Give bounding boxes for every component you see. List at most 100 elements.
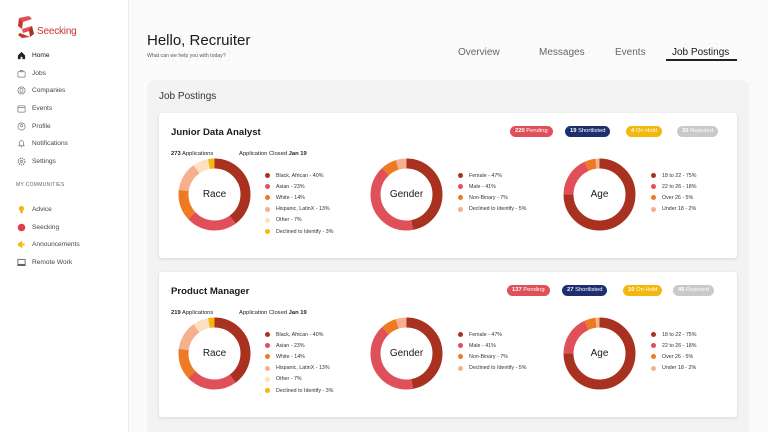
legend-label: Asian - 23% — [276, 183, 305, 190]
legend-label: 22 to 26 - 18% — [662, 183, 697, 190]
pending-badge[interactable]: 220 Pending — [510, 126, 553, 137]
community-item-advice[interactable]: Advice — [16, 201, 80, 219]
legend-label: Declined to Identify - 5% — [469, 206, 527, 213]
legend-item: White - 14% — [265, 351, 333, 362]
on-hold-badge[interactable]: 4 On Hold — [626, 126, 663, 137]
legend-label: Black, African - 40% — [276, 172, 324, 179]
legend-dot — [651, 365, 656, 371]
sidebar-item-label: Jobs — [32, 69, 46, 77]
user-icon — [16, 121, 26, 131]
sidebar-item-jobs[interactable]: Jobs — [16, 65, 68, 83]
age-chart-label: Age — [590, 348, 609, 359]
legend-item: Under 18 - 2% — [651, 204, 696, 215]
badge-label: Pending — [526, 128, 548, 134]
badge-label: Shortlisted — [575, 287, 603, 293]
tab-overview[interactable]: Overview — [458, 47, 500, 58]
legend-label: Hispanic, LatinX - 13% — [276, 206, 330, 213]
legend-label: Non-Binary - 7% — [469, 353, 508, 360]
race-legend: Black, African - 40% Asian - 23% White -… — [265, 329, 333, 396]
tab-bar: Overview Messages Events Job Postings — [0, 47, 768, 63]
legend-label: Asian - 23% — [276, 342, 305, 349]
legend-dot — [265, 388, 270, 394]
legend-dot — [458, 184, 463, 190]
logo-text: Seecking — [37, 26, 77, 37]
legend-dot — [265, 376, 270, 382]
legend-item: Black, African - 40% — [265, 329, 333, 340]
badge-count: 45 — [678, 287, 685, 293]
rejected-badge[interactable]: 45 Rejected — [673, 285, 714, 296]
seecking-logo-icon — [16, 16, 36, 38]
legend-item: Under 18 - 2% — [651, 363, 696, 374]
race-chart-label: Race — [202, 348, 227, 359]
sidebar-item-label: Companies — [32, 87, 66, 95]
legend-label: White - 14% — [276, 194, 305, 201]
legend-label: 18 to 22 - 75% — [662, 172, 697, 179]
badge-count: 137 — [512, 287, 522, 293]
legend-dot — [458, 195, 463, 201]
community-item-label: Advice — [32, 206, 52, 214]
legend-item: Male - 41% — [458, 181, 526, 192]
pending-badge[interactable]: 137 Pending — [507, 285, 550, 296]
sidebar-item-notifications[interactable]: Notifications — [16, 135, 68, 153]
shortlisted-badge[interactable]: 27 Shortlisted — [562, 285, 608, 296]
megaphone-icon — [16, 240, 26, 250]
legend-label: White - 14% — [276, 353, 305, 360]
legend-label: 18 to 22 - 75% — [662, 331, 697, 338]
badge-label: Rejected — [690, 128, 713, 134]
badge-label: On Hold — [635, 128, 658, 134]
job-card[interactable]: Junior Data Analyst 220 Pending 19 Short… — [159, 113, 737, 258]
bell-icon — [16, 139, 26, 149]
legend-item: Hispanic, LatinX - 13% — [265, 363, 333, 374]
legend-item: 18 to 22 - 75% — [651, 170, 696, 181]
legend-dot — [651, 343, 656, 349]
laptop-icon — [16, 258, 26, 268]
community-item-announcements[interactable]: Announcements — [16, 236, 80, 254]
legend-label: Other - 7% — [276, 376, 302, 383]
legend-dot — [265, 332, 270, 338]
sidebar-item-companies[interactable]: Companies — [16, 82, 68, 100]
sidebar-item-profile[interactable]: Profile — [16, 117, 68, 135]
legend-label: Declined to Identify - 3% — [276, 387, 334, 394]
badge-count: 220 — [515, 128, 525, 134]
closed-date: Jan 19 — [288, 310, 307, 316]
community-item-label: Announcements — [32, 241, 80, 249]
legend-dot — [265, 217, 270, 223]
sidebar: Seecking Home Jobs Companies Events Prof… — [0, 0, 129, 432]
gender-chart-label: Gender — [389, 189, 424, 200]
legend-item: Asian - 23% — [265, 181, 333, 192]
legend-item: Male - 41% — [458, 340, 526, 351]
shortlisted-badge[interactable]: 19 Shortlisted — [565, 126, 611, 137]
logo[interactable]: Seecking — [16, 16, 77, 38]
job-title[interactable]: Junior Data Analyst — [171, 127, 261, 138]
community-item-label: Seecking — [32, 223, 60, 231]
sidebar-item-events[interactable]: Events — [16, 100, 68, 118]
tab-job-postings[interactable]: Job Postings — [672, 47, 729, 58]
age-chart-label: Age — [590, 189, 609, 200]
legend-label: Black, African - 40% — [276, 331, 324, 338]
legend-label: Over 26 - 5% — [662, 353, 694, 360]
badge-count: 27 — [567, 287, 574, 293]
legend-item: Asian - 23% — [265, 340, 333, 351]
calendar-icon — [16, 104, 26, 114]
active-tab-indicator — [666, 59, 737, 61]
legend-label: Other - 7% — [276, 217, 302, 224]
legend-dot — [458, 354, 463, 360]
legend-dot — [458, 206, 463, 212]
legend-dot — [265, 184, 270, 190]
on-hold-badge[interactable]: 10 On Hold — [623, 285, 663, 296]
legend-label: Male - 41% — [469, 342, 496, 349]
legend-label: Male - 41% — [469, 183, 496, 190]
job-card[interactable]: Product Manager 137 Pending 27 Shortlist… — [159, 272, 737, 417]
community-item-seecking[interactable]: Seecking — [16, 219, 80, 237]
tab-messages[interactable]: Messages — [539, 47, 585, 58]
rejected-badge[interactable]: 30 Rejected — [677, 126, 718, 137]
red-circle-icon — [16, 222, 26, 232]
community-item-remote-work[interactable]: Remote Work — [16, 254, 80, 272]
job-title[interactable]: Product Manager — [171, 286, 249, 297]
legend-label: Non-Binary - 7% — [469, 194, 508, 201]
tab-events[interactable]: Events — [615, 47, 646, 58]
legend-dot — [265, 173, 270, 179]
legend-dot — [265, 354, 270, 360]
sidebar-item-settings[interactable]: Settings — [16, 153, 68, 171]
legend-dot — [265, 365, 270, 371]
